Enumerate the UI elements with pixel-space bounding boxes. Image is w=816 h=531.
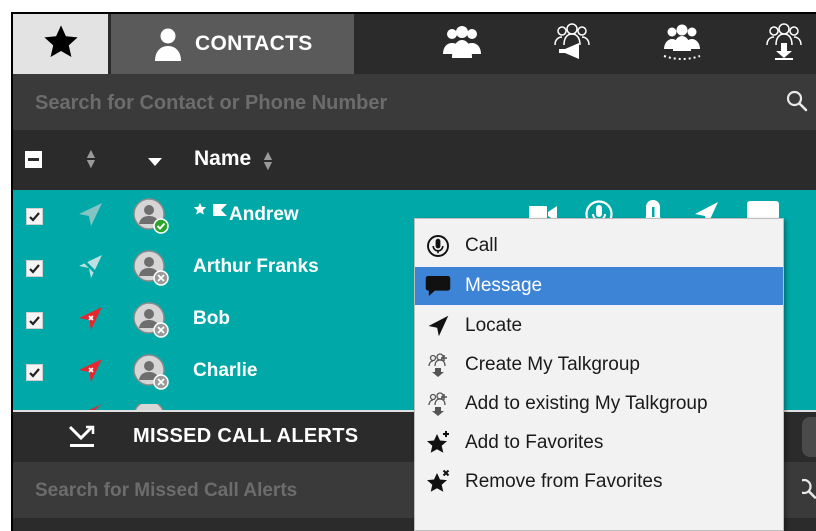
talkgroup-icon <box>425 352 451 378</box>
contact-name: Andrew <box>229 204 299 225</box>
tab-groups[interactable] <box>441 24 483 64</box>
menu-item-remove-favorites[interactable]: Remove from Favorites <box>415 463 783 501</box>
tab-download-groups[interactable] <box>763 22 805 66</box>
tab-bar: CONTACTS <box>13 14 816 74</box>
menu-item-label: Remove from Favorites <box>465 471 663 492</box>
contact-search-input[interactable] <box>33 74 767 132</box>
row-checkbox[interactable] <box>26 260 43 277</box>
menu-item-locate[interactable]: Locate <box>415 307 783 345</box>
menu-item-label: Add to Favorites <box>465 432 604 453</box>
menu-item-label: Create My Talkgroup <box>465 354 640 375</box>
contact-name: Charlie <box>193 360 258 381</box>
tab-contacts[interactable]: CONTACTS <box>111 14 354 74</box>
name-column-header[interactable]: Name <box>194 147 251 171</box>
row-checkbox[interactable] <box>26 364 43 381</box>
group-broadcast-icon <box>551 22 593 66</box>
search-icon[interactable] <box>786 90 808 117</box>
contact-flags <box>193 202 227 221</box>
group-download-icon <box>763 22 805 66</box>
avatar <box>133 400 169 410</box>
sort-name-icon[interactable]: ▲ ▼ <box>261 148 275 172</box>
search-icon[interactable] <box>796 478 816 505</box>
avatar <box>133 198 169 234</box>
avatar <box>133 354 169 390</box>
locate-icon <box>425 313 451 339</box>
group-icon <box>441 24 483 65</box>
row-checkbox[interactable] <box>26 312 43 329</box>
tab-broadcast-groups[interactable] <box>551 22 593 66</box>
avatar <box>133 250 169 286</box>
select-all-checkbox[interactable] <box>25 151 42 168</box>
flag-icon <box>213 203 227 221</box>
row-checkbox[interactable] <box>26 208 43 225</box>
menu-item-label: Call <box>465 235 498 256</box>
star-remove-icon <box>425 469 451 495</box>
star-icon <box>41 23 81 66</box>
favorite-star-icon <box>193 202 207 221</box>
contact-name: Bob <box>193 308 230 329</box>
missed-call-icon <box>68 424 96 455</box>
tab-contacts-label: CONTACTS <box>195 32 313 55</box>
group-dynamic-icon <box>661 23 703 66</box>
menu-item-label: Locate <box>465 315 523 336</box>
menu-item-add-favorites[interactable]: Add to Favorites <box>415 424 783 462</box>
tab-dynamic-groups[interactable] <box>661 24 703 64</box>
location-error-icon <box>75 356 105 391</box>
collapse-handle[interactable] <box>802 417 816 457</box>
location-error-icon <box>75 403 105 410</box>
avatar <box>133 302 169 338</box>
contact-search-bar <box>13 74 816 132</box>
menu-item-label: Message <box>465 275 543 296</box>
menu-item-add-to-talkgroup[interactable]: Add to existing My Talkgroup <box>415 385 783 423</box>
talkgroup-icon <box>425 391 451 417</box>
chevron-down-icon[interactable] <box>147 154 163 172</box>
list-header: ▲ ▼ Name ▲ ▼ <box>13 130 816 190</box>
location-disabled-icon <box>75 200 105 235</box>
location-off-icon <box>75 252 105 287</box>
missed-call-alerts-title: MISSED CALL ALERTS <box>133 425 359 447</box>
menu-item-create-talkgroup[interactable]: Create My Talkgroup <box>415 346 783 384</box>
menu-item-message[interactable]: Message <box>415 267 783 305</box>
tab-favorites[interactable] <box>13 14 108 74</box>
ptt-call-icon <box>425 233 451 259</box>
contact-name: Arthur Franks <box>193 256 319 277</box>
menu-item-label: Add to existing My Talkgroup <box>465 393 708 414</box>
message-icon <box>425 273 451 299</box>
sort-status-icon[interactable]: ▲ ▼ <box>84 146 98 170</box>
person-icon <box>153 27 183 61</box>
context-menu: Call Message Locate Create My Talkgroup … <box>414 218 784 531</box>
star-add-icon <box>425 430 451 456</box>
location-error-icon <box>75 304 105 339</box>
menu-item-call[interactable]: Call <box>415 227 783 265</box>
